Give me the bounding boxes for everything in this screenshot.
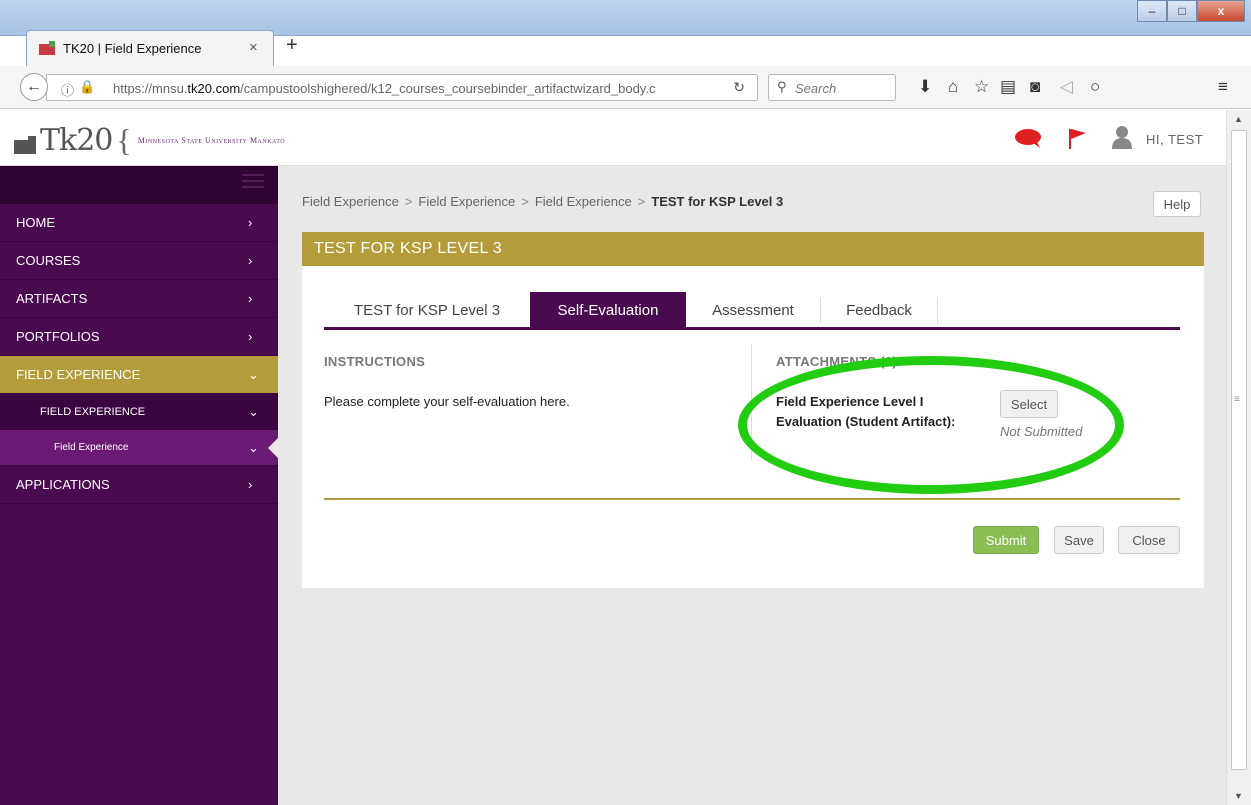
tab-bar: TEST for KSP Level 3 Self-Evaluation Ass… xyxy=(324,292,1180,330)
user-icon[interactable] xyxy=(1110,125,1134,149)
minimize-button[interactable]: – xyxy=(1137,0,1167,22)
chevron-right-icon: › xyxy=(248,329,253,344)
download-icon[interactable]: ⬇ xyxy=(918,77,932,97)
user-greeting[interactable]: HI, TEST xyxy=(1146,132,1203,147)
sidebar-item-courses[interactable]: COURSES › xyxy=(0,242,278,280)
select-artifact-button[interactable]: Select xyxy=(1000,390,1058,418)
browser-toolbar: ⓘ 🔒 https://mnsu.tk20.com/campustoolshig… xyxy=(0,66,1251,109)
address-bar[interactable]: ⓘ 🔒 https://mnsu.tk20.com/campustoolshig… xyxy=(46,74,758,101)
help-button[interactable]: Help xyxy=(1153,191,1201,217)
panel-title: TEST FOR KSP LEVEL 3 xyxy=(302,232,1204,266)
tab-assessment[interactable]: Assessment xyxy=(686,292,820,330)
column-divider xyxy=(751,344,752,460)
save-button[interactable]: Save xyxy=(1054,526,1104,554)
active-pointer xyxy=(268,438,278,458)
search-icon: ⚲ xyxy=(777,79,787,94)
tab-test-ksp[interactable]: TEST for KSP Level 3 xyxy=(324,292,530,330)
submit-button[interactable]: Submit xyxy=(973,526,1039,554)
home-icon[interactable]: ⌂ xyxy=(948,77,958,97)
scroll-up-icon[interactable]: ▲ xyxy=(1234,114,1243,124)
chevron-right-icon: › xyxy=(248,291,253,306)
lock-warning-icon[interactable]: 🔒 xyxy=(79,79,95,95)
chat-bubble-icon[interactable]: ○ xyxy=(1090,77,1100,97)
sidebar-item-field-experience[interactable]: FIELD EXPERIENCE ⌄ xyxy=(0,356,278,394)
chevron-right-icon: › xyxy=(248,253,253,268)
instructions-text: Please complete your self-evaluation her… xyxy=(324,394,570,409)
sidebar-top xyxy=(0,166,278,204)
logo-mark-icon xyxy=(14,135,36,154)
tab-divider xyxy=(937,298,938,324)
reading-list-icon[interactable]: ▤ xyxy=(1000,77,1016,97)
sidebar-item-applications[interactable]: APPLICATIONS › xyxy=(0,466,278,504)
instructions-heading: INSTRUCTIONS xyxy=(324,354,426,369)
chevron-right-icon: › xyxy=(248,215,253,230)
sidebar-item-artifacts[interactable]: ARTIFACTS › xyxy=(0,280,278,318)
sidebar-item-home[interactable]: HOME › xyxy=(0,204,278,242)
new-tab-button[interactable]: + xyxy=(286,34,298,57)
messages-icon[interactable] xyxy=(1014,128,1042,148)
tk20-favicon-icon xyxy=(39,41,55,55)
sidebar-subitem-field-experience[interactable]: FIELD EXPERIENCE ⌄ xyxy=(0,394,278,430)
bookmark-star-icon[interactable]: ☆ xyxy=(974,77,989,97)
breadcrumb: Field Experience > Field Experience > Field … xyxy=(302,194,784,209)
url-text[interactable]: https://mnsu.tk20.com/campustoolshighere… xyxy=(113,81,723,96)
menu-icon[interactable]: ≡ xyxy=(1218,77,1228,97)
sidebar: HOME › COURSES › ARTIFACTS › PORTFOLIOS › FI… xyxy=(0,166,278,805)
submission-status: Not Submitted xyxy=(1000,424,1083,439)
page-viewport: Tk20 { Minnesota State University Mankat… xyxy=(0,110,1226,805)
attachment-label: Field Experience Level I Evaluation (Stu… xyxy=(776,394,956,429)
sidebar-item-portfolios[interactable]: PORTFOLIOS › xyxy=(0,318,278,356)
hamburger-icon[interactable] xyxy=(242,174,264,194)
window-close-button[interactable]: x xyxy=(1197,0,1245,22)
site-header: Tk20 { Minnesota State University Mankat… xyxy=(0,110,1226,166)
scroll-grip-icon: ≡ xyxy=(1234,394,1240,405)
chevron-down-icon: ⌄ xyxy=(248,440,259,455)
logo-text: Tk20 xyxy=(40,123,113,158)
search-box[interactable]: ⚲ Search xyxy=(768,74,896,101)
page-scrollbar[interactable]: ▲ ≡ ▼ xyxy=(1226,110,1251,805)
tk20-logo[interactable]: Tk20 { Minnesota State University Mankat… xyxy=(14,122,285,159)
breadcrumb-current: TEST for KSP Level 3 xyxy=(651,194,784,209)
sidebar-subsubitem-field-experience[interactable]: Field Experience ⌄ xyxy=(0,430,278,466)
window-controls: – □ x xyxy=(1137,0,1245,22)
scroll-down-icon[interactable]: ▼ xyxy=(1234,791,1243,801)
share-icon[interactable]: ◁ xyxy=(1060,77,1073,97)
flag-icon[interactable] xyxy=(1066,127,1088,149)
browser-tab-title: TK20 | Field Experience xyxy=(63,41,202,56)
reload-icon[interactable]: ↻ xyxy=(733,79,745,96)
pocket-icon[interactable]: ◙ xyxy=(1030,77,1040,97)
breadcrumb-link[interactable]: Field Experience xyxy=(418,194,515,209)
university-name: Minnesota State University Mankato xyxy=(137,136,286,145)
section-divider xyxy=(324,498,1180,500)
breadcrumb-link[interactable]: Field Experience xyxy=(302,194,399,209)
close-button[interactable]: Close xyxy=(1118,526,1180,554)
attachments-heading: ATTACHMENTS (0): xyxy=(776,354,902,369)
breadcrumb-link[interactable]: Field Experience xyxy=(535,194,632,209)
maximize-button[interactable]: □ xyxy=(1167,0,1197,22)
chevron-right-icon: › xyxy=(248,477,253,492)
info-icon[interactable]: ⓘ xyxy=(61,80,74,99)
scroll-thumb[interactable] xyxy=(1231,130,1247,770)
tab-feedback[interactable]: Feedback xyxy=(821,292,937,330)
browser-tab[interactable]: TK20 | Field Experience × xyxy=(26,30,274,66)
back-button[interactable]: ← xyxy=(20,73,48,101)
tab-close-icon[interactable]: × xyxy=(249,39,258,56)
main-panel: TEST FOR KSP LEVEL 3 TEST for KSP Level … xyxy=(302,232,1204,588)
logo-brace: { xyxy=(116,122,132,158)
chevron-down-icon: ⌄ xyxy=(248,367,259,382)
chevron-down-icon: ⌄ xyxy=(248,404,259,419)
search-placeholder: Search xyxy=(795,81,837,96)
tab-self-evaluation[interactable]: Self-Evaluation xyxy=(530,292,686,330)
